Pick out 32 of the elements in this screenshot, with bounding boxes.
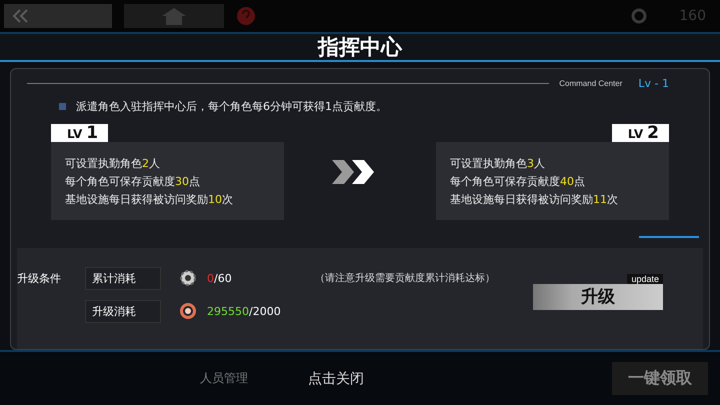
- requirement-name: 升级消耗: [85, 300, 161, 322]
- conditions-label: 升级条件: [17, 270, 62, 286]
- requirement-amount: 0/60: [207, 272, 233, 284]
- back-icon: [12, 9, 30, 23]
- dialog-title: 指挥中心: [318, 34, 402, 61]
- level-label: Lv - 1: [638, 76, 669, 90]
- requirement-note: （请注意升级需要贡献度累计消耗达标）: [315, 272, 495, 285]
- level-benefit: 基地设施每日获得被访问奖励11次: [450, 192, 619, 206]
- level-benefit: 基地设施每日获得被访问奖励10次: [65, 192, 234, 206]
- level-tag: LV 2: [612, 124, 669, 142]
- requirement-amount: 295550/2000: [207, 304, 282, 318]
- level-benefit: 可设置执勤角色2人: [65, 156, 161, 170]
- bullet-icon: [59, 103, 66, 110]
- help-icon[interactable]: [236, 6, 256, 26]
- coin-icon: [631, 8, 648, 24]
- staff-tab[interactable]: 人员管理: [200, 370, 248, 387]
- update-tag: update: [627, 274, 663, 284]
- ring-icon: [179, 302, 197, 320]
- back-button[interactable]: [4, 4, 112, 28]
- panel-subtitle: Command Center: [559, 78, 622, 88]
- upgrade-button[interactable]: 升级: [533, 284, 663, 310]
- level-benefit: 可设置执勤角色3人: [450, 156, 546, 170]
- claim-all-button[interactable]: 一键领取: [612, 362, 708, 395]
- requirement-name: 累计消耗: [85, 266, 161, 290]
- gear-icon: [179, 269, 197, 287]
- level-tag: LV 1: [51, 124, 108, 142]
- level-benefit: 每个角色可保存贡献度30点: [65, 174, 201, 188]
- home-button[interactable]: [124, 4, 224, 28]
- home-icon: [160, 7, 188, 25]
- info-text: 派遣角色入驻指挥中心后，每个角色每6分钟可获得1点贡献度。: [76, 99, 387, 114]
- level-benefit: 每个角色可保存贡献度40点: [450, 174, 586, 188]
- close-hint[interactable]: 点击关闭: [308, 370, 364, 388]
